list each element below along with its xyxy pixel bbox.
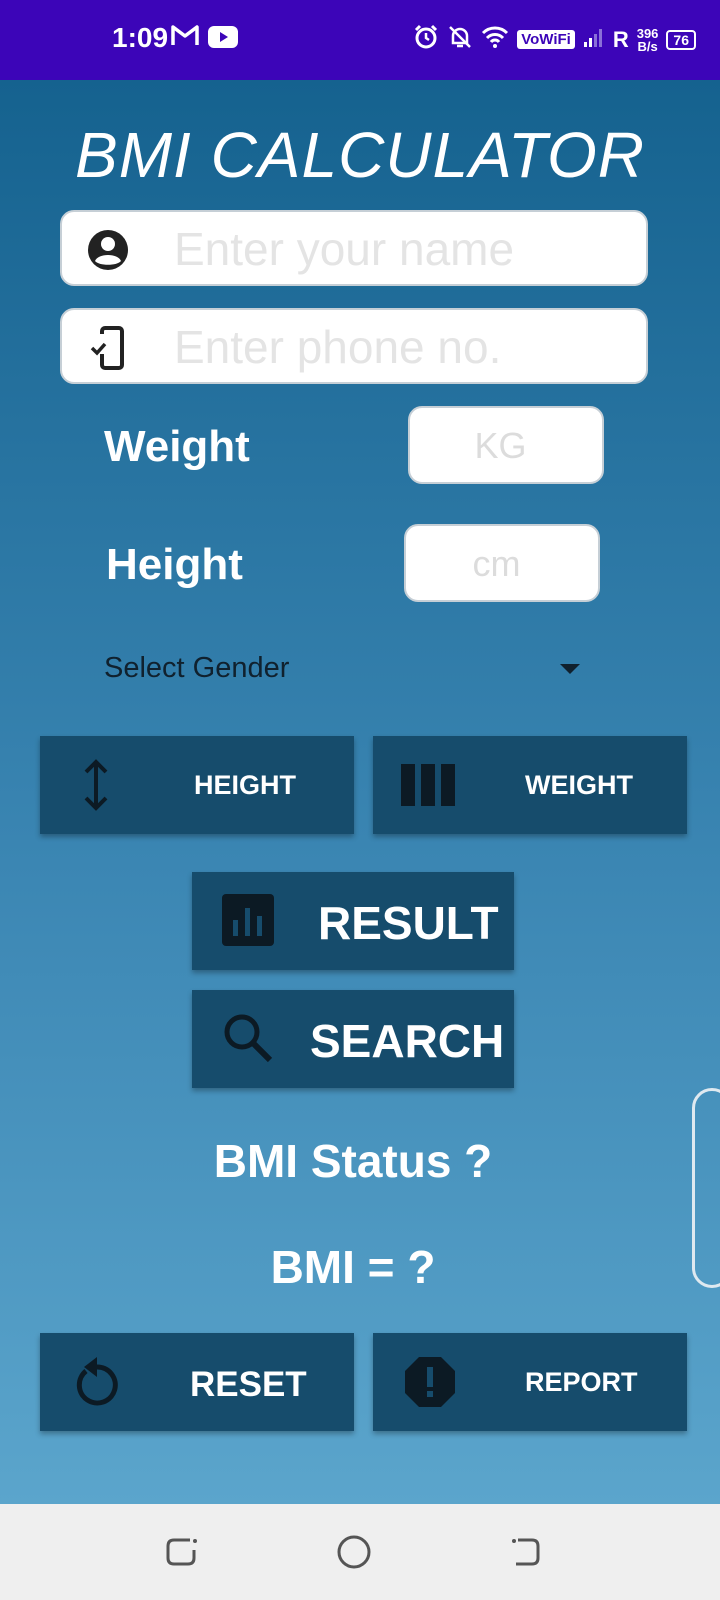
height-button[interactable]: HEIGHT [40, 736, 354, 834]
account-circle-icon [86, 228, 130, 272]
report-button-label: REPORT [525, 1367, 638, 1397]
height-field[interactable] [404, 524, 602, 602]
phone-field[interactable] [60, 308, 648, 384]
gender-selected: Select Gender [104, 652, 290, 684]
result-button[interactable]: RESULT [192, 872, 514, 970]
wifi-icon [481, 25, 509, 54]
net-speed: 396 B/s [637, 27, 659, 53]
app-screen: BMI CALCULATOR Weight Height Select Gend… [0, 80, 720, 1504]
signal-icon [583, 26, 605, 53]
vowifi-badge: VoWiFi [517, 30, 575, 49]
bmi-status: BMI Status ? [213, 1135, 493, 1187]
search-icon [222, 1012, 274, 1069]
status-time: 1:09 [112, 22, 169, 53]
height-input[interactable] [406, 526, 602, 602]
name-field[interactable] [60, 210, 648, 286]
vertical-arrows-icon [80, 758, 112, 817]
report-icon [403, 1355, 457, 1414]
reset-button[interactable]: RESET [40, 1333, 354, 1431]
name-input[interactable] [172, 218, 636, 280]
bars-icon [401, 764, 457, 811]
weight-button[interactable]: WEIGHT [373, 736, 687, 834]
height-label: Height [106, 540, 243, 589]
battery-indicator: 76 [666, 29, 696, 50]
net-speed-unit: B/s [637, 38, 658, 54]
weight-button-label: WEIGHT [525, 770, 633, 800]
weight-label: Weight [104, 422, 250, 471]
back-icon[interactable] [506, 1532, 546, 1572]
notifications-off-icon [447, 24, 473, 55]
search-button-label: SEARCH [310, 1015, 505, 1067]
report-button[interactable]: REPORT [373, 1333, 687, 1431]
bmi-value: BMI = ? [270, 1241, 436, 1293]
youtube-icon [208, 26, 238, 48]
roaming-indicator: R [612, 26, 629, 52]
refresh-icon [72, 1355, 122, 1414]
recents-icon[interactable] [164, 1532, 204, 1572]
status-bar: 1:09 VoWiFi R 396 B/s 76 [0, 0, 720, 80]
reset-button-label: RESET [190, 1365, 307, 1404]
alarm-icon [413, 24, 439, 55]
bar-chart-icon [222, 894, 274, 951]
navigation-bar [0, 1504, 720, 1600]
gender-select[interactable]: Select Gender [104, 648, 594, 698]
page-title: BMI CALCULATOR [75, 119, 645, 191]
status-icons: VoWiFi R 396 B/s 76 [413, 24, 696, 55]
dropdown-arrow-icon [560, 664, 580, 674]
search-button[interactable]: SEARCH [192, 990, 514, 1088]
phone-input[interactable] [172, 316, 636, 378]
weight-field[interactable] [408, 406, 606, 484]
net-speed-value: 396 [636, 25, 659, 41]
phone-check-icon [86, 326, 130, 370]
home-icon[interactable] [334, 1532, 374, 1572]
result-button-label: RESULT [318, 897, 499, 949]
weight-input[interactable] [410, 408, 606, 484]
height-button-label: HEIGHT [194, 770, 297, 800]
gmail-icon [170, 22, 200, 48]
